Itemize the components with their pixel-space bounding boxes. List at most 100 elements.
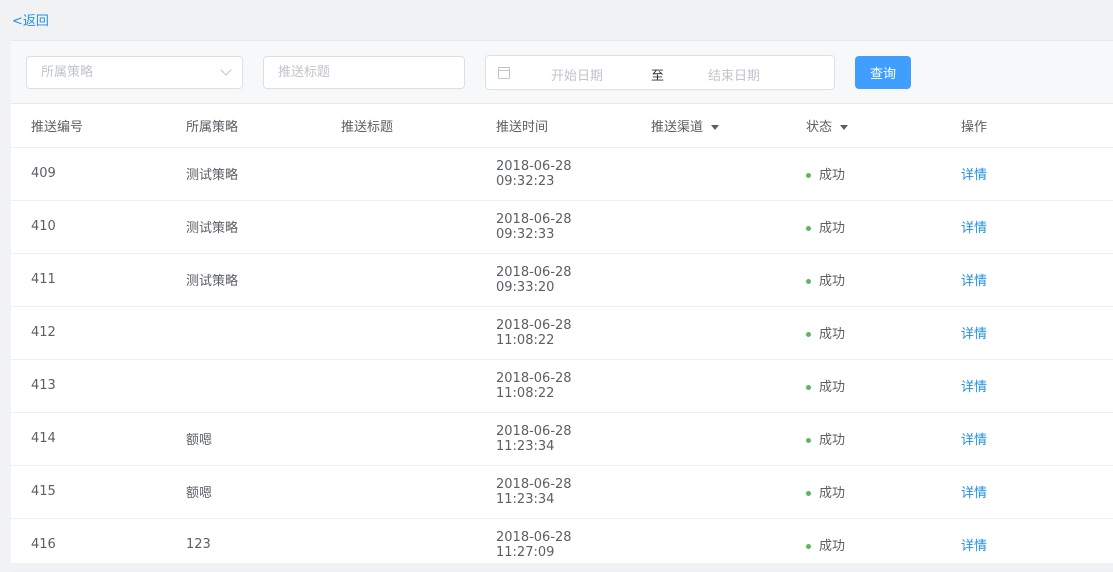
- cell-action: 详情: [941, 518, 1113, 572]
- cell-channel: [631, 465, 786, 519]
- col-channel[interactable]: 推送渠道: [631, 104, 786, 148]
- query-button[interactable]: 查询: [855, 56, 911, 89]
- cell-push-id-text: 413: [31, 378, 56, 393]
- range-separator: 至: [651, 69, 665, 84]
- cell-push-time-text: 2018-06-28 09:32:33: [496, 211, 572, 242]
- cell-strategy-text: 测试策略: [186, 274, 239, 289]
- cell-channel: [631, 359, 786, 413]
- cell-push-id-text: 409: [31, 166, 56, 181]
- cell-channel: [631, 200, 786, 254]
- strategy-select[interactable]: 所属策略: [26, 56, 243, 89]
- cell-strategy: [166, 359, 321, 413]
- cell-action: 详情: [941, 412, 1113, 466]
- cell-action: 详情: [941, 200, 1113, 254]
- cell-push-id: 416: [11, 518, 166, 572]
- status-dot-icon: [806, 332, 811, 337]
- cell-title: [321, 200, 476, 254]
- status-dot-icon: [806, 226, 811, 231]
- cell-strategy-text: 测试策略: [186, 221, 239, 236]
- cell-status: 成功: [786, 518, 941, 572]
- cell-push-time: 2018-06-28 09:32:33: [476, 200, 631, 254]
- cell-status: 成功: [786, 306, 941, 360]
- push-table: 推送编号 所属策略 推送标题 推送时间 推送渠道 状态 操作 409 测试策略 20…: [11, 104, 1113, 572]
- cell-push-time: 2018-06-28 09:33:20: [476, 253, 631, 307]
- date-range-picker[interactable]: 开始日期 至 结束日期: [485, 55, 835, 90]
- detail-link[interactable]: 详情: [961, 539, 987, 554]
- cell-title: [321, 306, 476, 360]
- col-action: 操作: [941, 104, 1113, 148]
- filter-bar: 所属策略 开始日期 至 结束日期 查询: [11, 41, 1113, 104]
- cell-title: [321, 465, 476, 519]
- status-text: 成功: [819, 274, 846, 289]
- cell-strategy-text: 123: [186, 537, 211, 552]
- cell-channel: [631, 412, 786, 466]
- cell-push-id-text: 410: [31, 219, 56, 234]
- cell-status: 成功: [786, 147, 941, 201]
- chevron-down-icon: [220, 64, 232, 76]
- cell-title: [321, 359, 476, 413]
- status-dot-icon: [806, 544, 811, 549]
- cell-push-id: 411: [11, 253, 166, 307]
- col-push-id: 推送编号: [11, 104, 166, 148]
- cell-push-id-text: 412: [31, 325, 56, 340]
- title-input[interactable]: [263, 56, 465, 89]
- table-row: 415 额嗯 2018-06-28 11:23:34 成功 详情: [11, 465, 1113, 519]
- cell-push-time-text: 2018-06-28 09:33:20: [496, 264, 572, 295]
- cell-push-time: 2018-06-28 11:23:34: [476, 465, 631, 519]
- cell-push-time-text: 2018-06-28 11:08:22: [496, 317, 572, 348]
- status-text: 成功: [819, 380, 846, 395]
- detail-link[interactable]: 详情: [961, 221, 987, 236]
- start-date-input[interactable]: 开始日期: [551, 65, 603, 84]
- detail-link[interactable]: 详情: [961, 380, 987, 395]
- status-dot-icon: [806, 438, 811, 443]
- cell-push-id: 409: [11, 147, 166, 201]
- cell-title: [321, 253, 476, 307]
- calendar-icon: [498, 67, 510, 79]
- table-row: 409 测试策略 2018-06-28 09:32:23 成功 详情: [11, 147, 1113, 201]
- cell-status: 成功: [786, 359, 941, 413]
- cell-push-id: 412: [11, 306, 166, 360]
- strategy-select-placeholder: 所属策略: [41, 65, 94, 80]
- cell-action: 详情: [941, 253, 1113, 307]
- cell-push-time: 2018-06-28 11:23:34: [476, 412, 631, 466]
- cell-push-time: 2018-06-28 09:32:23: [476, 147, 631, 201]
- cell-push-id-text: 414: [31, 431, 56, 446]
- cell-action: 详情: [941, 359, 1113, 413]
- cell-push-id: 415: [11, 465, 166, 519]
- cell-push-time-text: 2018-06-28 09:32:23: [496, 158, 572, 189]
- cell-push-time-text: 2018-06-28 11:23:34: [496, 423, 572, 454]
- detail-link[interactable]: 详情: [961, 433, 987, 448]
- detail-link[interactable]: 详情: [961, 327, 987, 342]
- cell-strategy: 123: [166, 518, 321, 572]
- cell-action: 详情: [941, 306, 1113, 360]
- cell-push-time: 2018-06-28 11:27:09: [476, 518, 631, 572]
- back-link[interactable]: <返回: [12, 10, 49, 29]
- col-title: 推送标题: [321, 104, 476, 148]
- cell-channel: [631, 147, 786, 201]
- cell-push-id-text: 411: [31, 272, 56, 287]
- col-strategy: 所属策略: [166, 104, 321, 148]
- table-row: 413 2018-06-28 11:08:22 成功 详情: [11, 359, 1113, 413]
- cell-strategy-text: 测试策略: [186, 168, 239, 183]
- cell-status: 成功: [786, 253, 941, 307]
- cell-channel: [631, 253, 786, 307]
- detail-link[interactable]: 详情: [961, 168, 987, 183]
- cell-channel: [631, 518, 786, 572]
- col-status[interactable]: 状态: [786, 104, 941, 148]
- detail-link[interactable]: 详情: [961, 486, 987, 501]
- status-dot-icon: [806, 491, 811, 496]
- cell-push-id: 410: [11, 200, 166, 254]
- cell-strategy-text: 额嗯: [186, 433, 213, 448]
- status-text: 成功: [819, 486, 846, 501]
- cell-push-id: 414: [11, 412, 166, 466]
- end-date-input[interactable]: 结束日期: [708, 65, 760, 84]
- cell-status: 成功: [786, 200, 941, 254]
- cell-action: 详情: [941, 147, 1113, 201]
- cell-push-id-text: 415: [31, 484, 56, 499]
- status-text: 成功: [819, 539, 846, 554]
- cell-strategy: 额嗯: [166, 465, 321, 519]
- table-row: 414 额嗯 2018-06-28 11:23:34 成功 详情: [11, 412, 1113, 466]
- detail-link[interactable]: 详情: [961, 274, 987, 289]
- cell-push-time-text: 2018-06-28 11:23:34: [496, 476, 572, 507]
- cell-title: [321, 147, 476, 201]
